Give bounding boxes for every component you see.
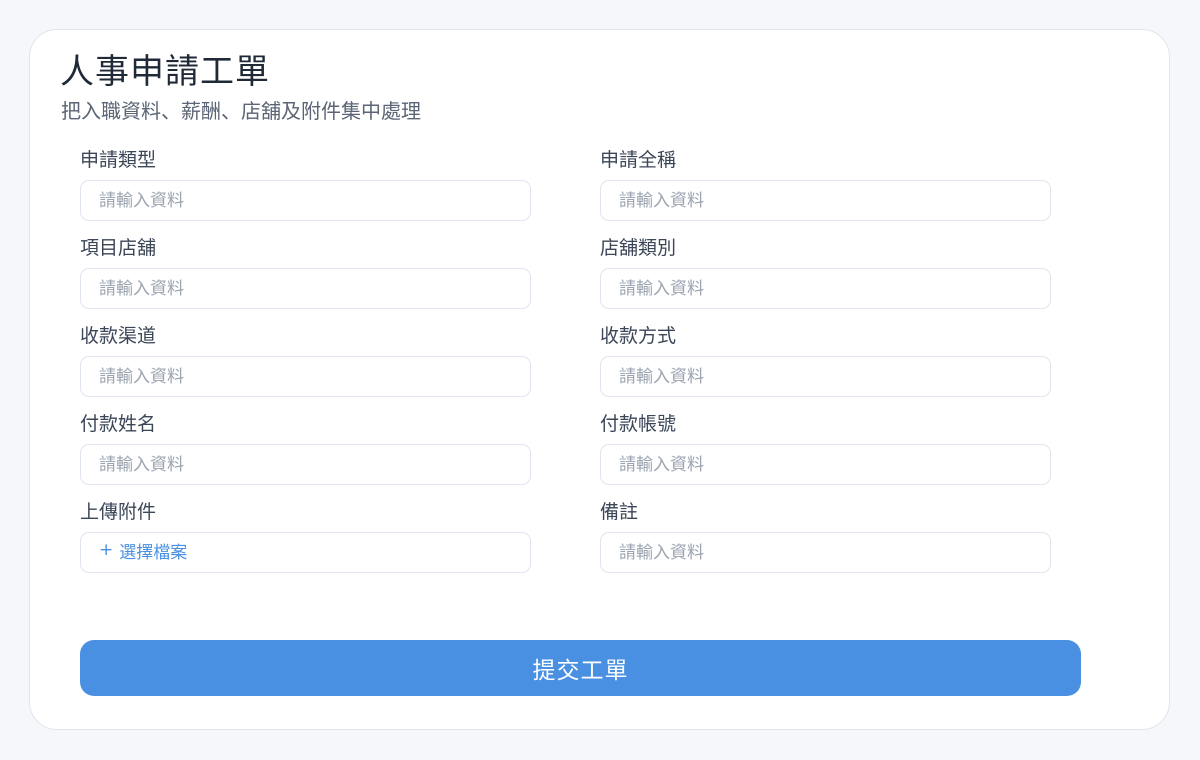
field-attachment: 上傳附件 + 選擇檔案 [80,500,531,573]
field-receipt-channel: 收款渠道 [80,324,531,397]
page-title: 人事申請工單 [60,52,270,92]
choose-file-label: 選擇檔案 [119,542,188,563]
hr-request-card: 人事申請工單 把入職資料、薪酬、店舖及附件集中處理 申請類型 申請全稱 項目店舖… [29,29,1170,730]
payer-account-label: 付款帳號 [600,413,677,435]
payer-name-input[interactable] [80,444,531,485]
page-subtitle: 把入職資料、薪酬、店舖及附件集中處理 [61,99,421,123]
submit-ticket-button[interactable]: 提交工單 [80,640,1081,696]
field-project-store: 項目店舖 [80,236,531,309]
plus-icon: + [99,539,114,560]
remarks-label: 備註 [600,501,639,523]
field-payer-name: 付款姓名 [80,412,531,485]
application-name-label: 申請全稱 [600,149,677,171]
receipt-channel-input[interactable] [80,356,531,397]
application-name-input[interactable] [600,180,1051,221]
field-receipt-method: 收款方式 [600,324,1051,397]
field-application-type: 申請類型 [80,148,531,221]
field-payer-account: 付款帳號 [600,412,1051,485]
choose-file-button[interactable]: + 選擇檔案 [80,532,531,573]
payer-name-label: 付款姓名 [80,413,157,435]
application-type-label: 申請類型 [80,149,157,171]
field-application-name: 申請全稱 [600,148,1051,221]
remarks-input[interactable] [600,532,1051,573]
store-category-label: 店舖類別 [600,237,677,259]
project-store-label: 項目店舖 [80,237,157,259]
application-type-input[interactable] [80,180,531,221]
store-category-input[interactable] [600,268,1051,309]
project-store-input[interactable] [80,268,531,309]
attachment-label: 上傳附件 [80,501,157,523]
receipt-method-input[interactable] [600,356,1051,397]
receipt-channel-label: 收款渠道 [80,325,157,347]
field-store-category: 店舖類別 [600,236,1051,309]
field-remarks: 備註 [600,500,1051,573]
receipt-method-label: 收款方式 [600,325,677,347]
payer-account-input[interactable] [600,444,1051,485]
